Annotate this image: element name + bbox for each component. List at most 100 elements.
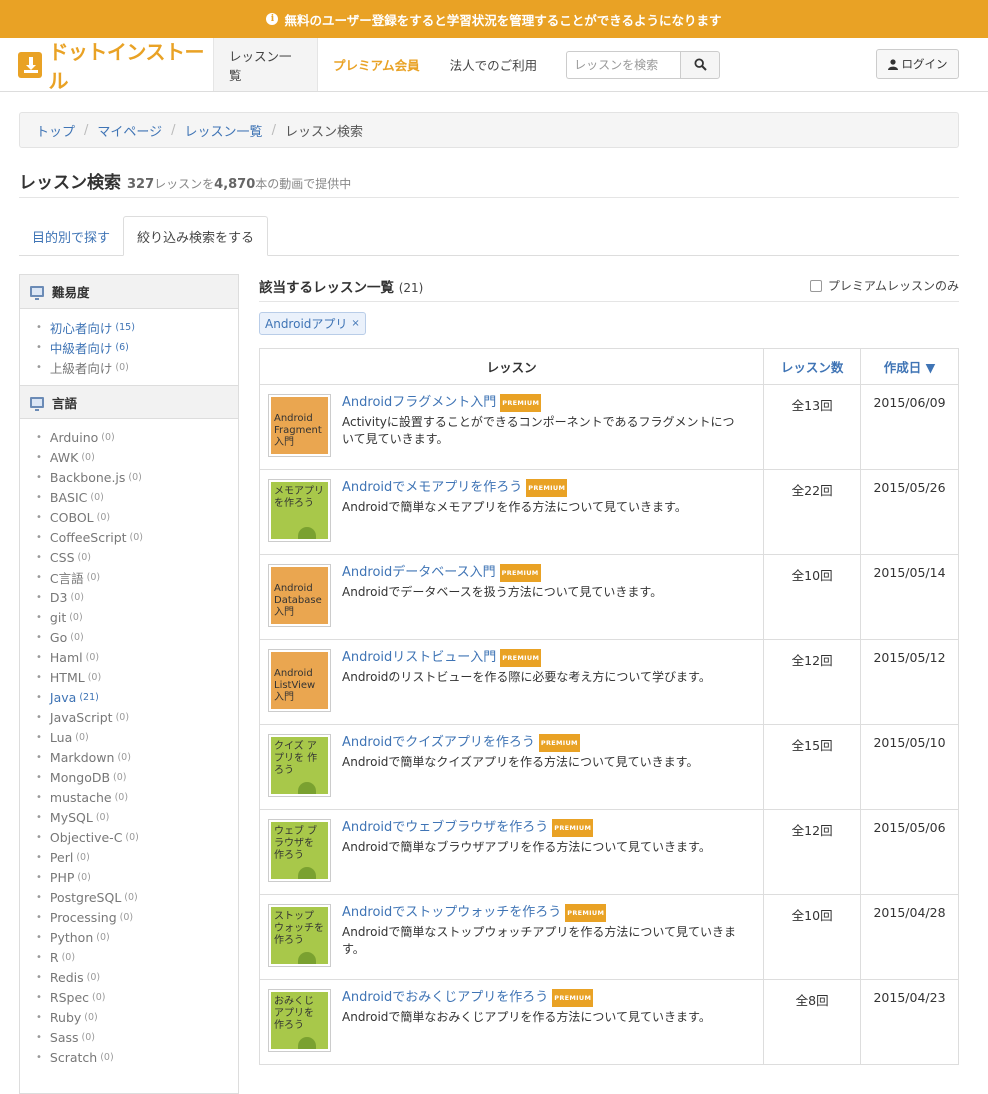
lesson-episode-count: 全15回 xyxy=(763,724,862,810)
filter-label: Processing xyxy=(49,909,117,925)
breadcrumb-lessons[interactable]: レッスン一覧 xyxy=(185,121,263,140)
lesson-cell: メモアプリを作ろう Androidでメモアプリを作ろう PREMIUM Android… xyxy=(258,469,765,555)
breadcrumb-current: レッスン検索 xyxy=(284,124,363,140)
android-icon xyxy=(298,527,316,539)
tab-filter-search[interactable]: 絞り込み検索をする xyxy=(123,216,269,256)
android-icon xyxy=(298,1037,316,1049)
difficulty-intermediate[interactable]: 中級者向け(6) xyxy=(36,337,238,357)
lesson-cell: おみくじ アプリを 作ろう Androidでおみくじアプリを作ろう PREMIUM A… xyxy=(258,979,765,1065)
lesson-title-link[interactable]: Androidでストップウォッチを作ろう xyxy=(342,905,561,921)
breadcrumb-mypage[interactable]: マイページ xyxy=(97,121,162,140)
filter-count: (0) xyxy=(70,591,84,603)
results-title: 該当するレッスン一覧 (21) xyxy=(259,276,423,296)
filter-count: (0) xyxy=(119,911,134,923)
premium-badge: PREMIUM xyxy=(499,564,541,582)
login-label: ログイン xyxy=(901,57,948,71)
filter-label: Lua xyxy=(49,729,73,745)
thumbnail-art: クイズ アプリを 作ろう xyxy=(271,737,328,794)
login-button[interactable]: ログイン xyxy=(876,49,959,79)
filter-label: Scratch xyxy=(49,1049,98,1065)
filter-count: (0) xyxy=(75,731,89,743)
table-row: メモアプリを作ろう Androidでメモアプリを作ろう PREMIUM Android… xyxy=(258,469,959,555)
lesson-title-link[interactable]: Androidでクイズアプリを作ろう xyxy=(342,735,535,751)
filter-count: (0) xyxy=(85,651,100,663)
nav-premium[interactable]: プレミアム会員 xyxy=(318,38,435,91)
filter-count: (0) xyxy=(115,711,130,723)
breadcrumb-separator: / xyxy=(84,122,89,138)
language-filter-item: Haml(0) xyxy=(36,647,238,667)
language-filter-item: mustache(0) xyxy=(36,787,238,807)
lesson-thumbnail[interactable]: Android ListView 入門 xyxy=(268,649,331,712)
language-filter-item: Processing(0) xyxy=(36,907,238,927)
results-header: 該当するレッスン一覧 (21) プレミアムレッスンのみ xyxy=(259,270,959,302)
language-filter-item: Redis(0) xyxy=(36,967,238,987)
premium-badge: PREMIUM xyxy=(552,989,594,1007)
lesson-title-link[interactable]: Androidでメモアプリを作ろう xyxy=(342,480,522,496)
difficulty-beginner[interactable]: 初心者向け(15) xyxy=(36,317,238,337)
filter-count: (0) xyxy=(76,851,90,863)
lesson-title-link[interactable]: Androidデータベース入門 xyxy=(342,565,496,581)
language-filter-item: Markdown(0) xyxy=(36,747,238,767)
lesson-thumbnail[interactable]: Android Fragment 入門 xyxy=(268,394,331,457)
lesson-description: Androidで簡単なクイズアプリを作る方法について見ていきます。 xyxy=(342,755,699,769)
registration-banner: i 無料のユーザー登録をすると学習状況を管理することができるようになります xyxy=(0,0,988,38)
filter-count: (15) xyxy=(115,321,135,333)
language-filter-item: Sass(0) xyxy=(36,1027,238,1047)
breadcrumb-separator: / xyxy=(171,122,176,138)
premium-badge: PREMIUM xyxy=(526,479,568,497)
lesson-thumbnail[interactable]: クイズ アプリを 作ろう xyxy=(268,734,331,797)
filter-label: Python xyxy=(49,929,94,945)
language-filter-item: R(0) xyxy=(36,947,238,967)
lesson-thumbnail[interactable]: Android Database 入門 xyxy=(268,564,331,627)
filter-count: (0) xyxy=(96,511,111,523)
filter-count: (0) xyxy=(86,571,101,583)
video-count: 4,870 xyxy=(214,177,256,192)
filter-label: Ruby xyxy=(49,1009,82,1025)
premium-only-filter[interactable]: プレミアムレッスンのみ xyxy=(809,277,959,294)
lesson-title-link[interactable]: Androidでおみくじアプリを作ろう xyxy=(342,990,548,1006)
active-filter-tag[interactable]: Androidアプリ × xyxy=(259,312,366,335)
lesson-thumbnail[interactable]: おみくじ アプリを 作ろう xyxy=(268,989,331,1052)
thumbnail-art: ウェブ ブラウザを 作ろう xyxy=(271,822,328,879)
close-icon[interactable]: × xyxy=(351,318,359,329)
lesson-title-link[interactable]: Androidフラグメント入門 xyxy=(342,395,496,411)
lesson-thumbnail[interactable]: ウェブ ブラウザを 作ろう xyxy=(268,819,331,882)
table-row: Android Fragment 入門 Androidフラグメント入門 PREMIU… xyxy=(258,384,959,470)
nav-lessons[interactable]: レッスン一覧 xyxy=(214,38,318,91)
lesson-thumbnail[interactable]: ストップ ウォッチを 作ろう xyxy=(268,904,331,967)
breadcrumb-separator: / xyxy=(271,122,276,138)
filter-count: (0) xyxy=(113,771,127,783)
top-navbar: ドットインストール レッスン一覧 プレミアム会員 法人でのご利用 レッスンを検索… xyxy=(0,38,988,93)
filter-count: (0) xyxy=(70,631,84,643)
column-created-date[interactable]: 作成日 ▼ xyxy=(860,348,959,385)
lesson-title-link[interactable]: Androidリストビュー入門 xyxy=(342,650,496,666)
language-filter-item[interactable]: Java(21) xyxy=(36,687,238,707)
nav-business[interactable]: 法人でのご利用 xyxy=(435,38,553,91)
user-icon xyxy=(887,58,898,70)
breadcrumb-top[interactable]: トップ xyxy=(36,121,75,140)
filter-count: (0) xyxy=(129,531,143,543)
filter-label: PostgreSQL xyxy=(49,889,122,905)
column-lesson-count[interactable]: レッスン数 xyxy=(763,348,862,385)
filter-count: (0) xyxy=(69,611,83,623)
language-filter-item: Lua(0) xyxy=(36,727,238,747)
language-filter-item: D3(0) xyxy=(36,587,238,607)
thumbnail-text: おみくじ アプリを 作ろう xyxy=(274,996,314,1031)
filter-label: 初心者向け xyxy=(49,320,113,336)
lesson-title-link[interactable]: Androidでウェブブラウザを作ろう xyxy=(342,820,548,836)
language-list: Arduino(0)AWK(0)Backbone.js(0)BASIC(0)CO… xyxy=(20,419,238,1075)
lesson-description: Androidでデータベースを扱う方法について見ていきます。 xyxy=(342,585,663,599)
filter-count: (0) xyxy=(115,361,129,373)
lesson-episode-count: 全8回 xyxy=(763,979,862,1065)
language-filter-item: Objective-C(0) xyxy=(36,827,238,847)
table-row: ストップ ウォッチを 作ろう Androidでストップウォッチを作ろう PREMIU… xyxy=(258,894,959,980)
search-button[interactable] xyxy=(680,50,721,79)
premium-only-checkbox[interactable] xyxy=(809,279,822,292)
tab-by-purpose[interactable]: 目的別で探す xyxy=(19,216,123,256)
search-input[interactable]: レッスンを検索 xyxy=(566,50,681,79)
language-filter-item: Ruby(0) xyxy=(36,1007,238,1027)
lesson-thumbnail[interactable]: メモアプリを作ろう xyxy=(268,479,331,542)
language-filter-item: MySQL(0) xyxy=(36,807,238,827)
site-logo[interactable]: ドットインストール xyxy=(0,38,214,93)
search-form: レッスンを検索 xyxy=(566,38,721,91)
